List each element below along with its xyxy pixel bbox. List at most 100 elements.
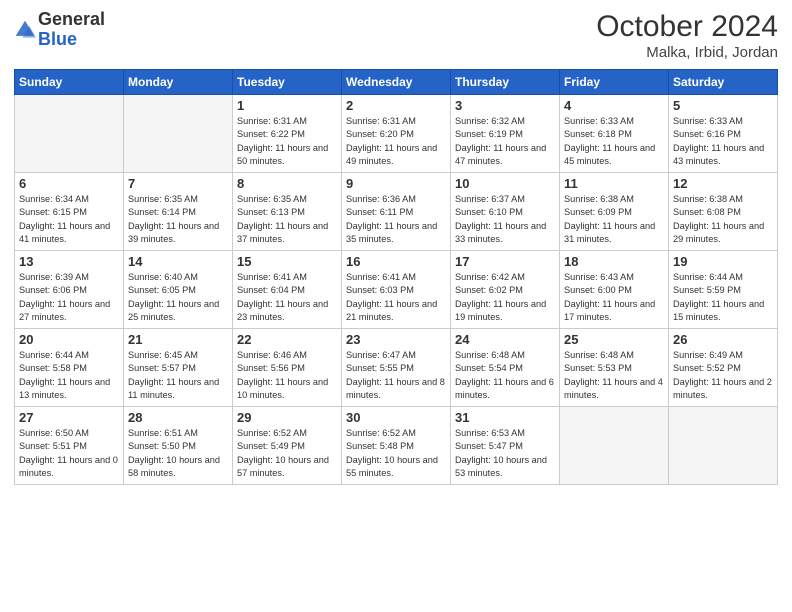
day-cell: 31 Sunrise: 6:53 AM Sunset: 5:47 PM Dayli… — [451, 407, 560, 485]
day-info: Sunrise: 6:33 AM Sunset: 6:18 PM Dayligh… — [564, 115, 664, 168]
day-info: Sunrise: 6:33 AM Sunset: 6:16 PM Dayligh… — [673, 115, 773, 168]
day-number: 17 — [455, 254, 555, 269]
day-info: Sunrise: 6:46 AM Sunset: 5:56 PM Dayligh… — [237, 349, 337, 402]
day-info: Sunrise: 6:50 AM Sunset: 5:51 PM Dayligh… — [19, 427, 119, 480]
day-cell: 7Sunrise: 6:35 AM Sunset: 6:14 PM Daylig… — [124, 173, 233, 251]
day-number: 10 — [455, 176, 555, 191]
day-number: 22 — [237, 332, 337, 347]
col-header-tuesday: Tuesday — [233, 70, 342, 95]
day-info: Sunrise: 6:39 AM Sunset: 6:06 PM Dayligh… — [19, 271, 119, 324]
day-cell: 17Sunrise: 6:42 AM Sunset: 6:02 PM Dayli… — [451, 251, 560, 329]
month-title: October 2024 — [596, 10, 778, 44]
day-number: 21 — [128, 332, 228, 347]
day-cell: 1 Sunrise: 6:31 AM Sunset: 6:22 PM Daylig… — [233, 95, 342, 173]
location: Malka, Irbid, Jordan — [596, 44, 778, 61]
logo-blue-text: Blue — [38, 29, 77, 49]
day-cell: 11Sunrise: 6:38 AM Sunset: 6:09 PM Dayli… — [560, 173, 669, 251]
day-info: Sunrise: 6:38 AM Sunset: 6:08 PM Dayligh… — [673, 193, 773, 246]
day-info: Sunrise: 6:32 AM Sunset: 6:19 PM Dayligh… — [455, 115, 555, 168]
day-cell: 15 Sunrise: 6:41 AM Sunset: 6:04 PM Dayli… — [233, 251, 342, 329]
day-number: 26 — [673, 332, 773, 347]
day-cell: 30 Sunrise: 6:52 AM Sunset: 5:48 PM Dayli… — [342, 407, 451, 485]
day-info: Sunrise: 6:40 AM Sunset: 6:05 PM Dayligh… — [128, 271, 228, 324]
day-info: Sunrise: 6:45 AM Sunset: 5:57 PM Dayligh… — [128, 349, 228, 402]
day-number: 29 — [237, 410, 337, 425]
day-info: Sunrise: 6:48 AM Sunset: 5:54 PM Dayligh… — [455, 349, 555, 402]
day-info: Sunrise: 6:53 AM Sunset: 5:47 PM Dayligh… — [455, 427, 555, 480]
day-cell: 24Sunrise: 6:48 AM Sunset: 5:54 PM Dayli… — [451, 329, 560, 407]
week-row-3: 13Sunrise: 6:39 AM Sunset: 6:06 PM Dayli… — [15, 251, 778, 329]
day-info: Sunrise: 6:52 AM Sunset: 5:49 PM Dayligh… — [237, 427, 337, 480]
day-cell — [15, 95, 124, 173]
day-info: Sunrise: 6:47 AM Sunset: 5:55 PM Dayligh… — [346, 349, 446, 402]
day-number: 25 — [564, 332, 664, 347]
day-number: 9 — [346, 176, 446, 191]
day-info: Sunrise: 6:41 AM Sunset: 6:03 PM Dayligh… — [346, 271, 446, 324]
day-info: Sunrise: 6:52 AM Sunset: 5:48 PM Dayligh… — [346, 427, 446, 480]
day-cell: 12Sunrise: 6:38 AM Sunset: 6:08 PM Dayli… — [669, 173, 778, 251]
day-number: 1 — [237, 98, 337, 113]
col-header-thursday: Thursday — [451, 70, 560, 95]
day-number: 14 — [128, 254, 228, 269]
day-cell — [669, 407, 778, 485]
logo-general-text: General — [38, 9, 105, 29]
day-info: Sunrise: 6:31 AM Sunset: 6:22 PM Dayligh… — [237, 115, 337, 168]
day-info: Sunrise: 6:49 AM Sunset: 5:52 PM Dayligh… — [673, 349, 773, 402]
day-info: Sunrise: 6:43 AM Sunset: 6:00 PM Dayligh… — [564, 271, 664, 324]
day-cell: 10 Sunrise: 6:37 AM Sunset: 6:10 PM Dayli… — [451, 173, 560, 251]
day-cell: 2 Sunrise: 6:31 AM Sunset: 6:20 PM Daylig… — [342, 95, 451, 173]
page-container: General Blue October 2024 Malka, Irbid, … — [0, 0, 792, 495]
calendar-table: SundayMondayTuesdayWednesdayThursdayFrid… — [14, 69, 778, 485]
day-info: Sunrise: 6:37 AM Sunset: 6:10 PM Dayligh… — [455, 193, 555, 246]
day-number: 31 — [455, 410, 555, 425]
col-header-friday: Friday — [560, 70, 669, 95]
day-number: 20 — [19, 332, 119, 347]
day-cell: 22 Sunrise: 6:46 AM Sunset: 5:56 PM Dayli… — [233, 329, 342, 407]
day-number: 4 — [564, 98, 664, 113]
day-cell: 23 Sunrise: 6:47 AM Sunset: 5:55 PM Dayli… — [342, 329, 451, 407]
day-cell: 13Sunrise: 6:39 AM Sunset: 6:06 PM Dayli… — [15, 251, 124, 329]
day-number: 19 — [673, 254, 773, 269]
day-number: 2 — [346, 98, 446, 113]
day-cell: 5 Sunrise: 6:33 AM Sunset: 6:16 PM Daylig… — [669, 95, 778, 173]
day-info: Sunrise: 6:44 AM Sunset: 5:59 PM Dayligh… — [673, 271, 773, 324]
day-cell — [124, 95, 233, 173]
day-cell: 28 Sunrise: 6:51 AM Sunset: 5:50 PM Dayli… — [124, 407, 233, 485]
header: General Blue October 2024 Malka, Irbid, … — [14, 10, 778, 61]
day-cell: 27Sunrise: 6:50 AM Sunset: 5:51 PM Dayli… — [15, 407, 124, 485]
day-cell: 18Sunrise: 6:43 AM Sunset: 6:00 PM Dayli… — [560, 251, 669, 329]
day-cell: 21 Sunrise: 6:45 AM Sunset: 5:57 PM Dayli… — [124, 329, 233, 407]
col-header-saturday: Saturday — [669, 70, 778, 95]
week-row-4: 20 Sunrise: 6:44 AM Sunset: 5:58 PM Dayli… — [15, 329, 778, 407]
day-cell: 16Sunrise: 6:41 AM Sunset: 6:03 PM Dayli… — [342, 251, 451, 329]
day-info: Sunrise: 6:51 AM Sunset: 5:50 PM Dayligh… — [128, 427, 228, 480]
day-number: 15 — [237, 254, 337, 269]
day-number: 23 — [346, 332, 446, 347]
day-cell: 19 Sunrise: 6:44 AM Sunset: 5:59 PM Dayli… — [669, 251, 778, 329]
day-cell — [560, 407, 669, 485]
title-block: October 2024 Malka, Irbid, Jordan — [596, 10, 778, 61]
day-info: Sunrise: 6:31 AM Sunset: 6:20 PM Dayligh… — [346, 115, 446, 168]
day-info: Sunrise: 6:48 AM Sunset: 5:53 PM Dayligh… — [564, 349, 664, 402]
day-info: Sunrise: 6:44 AM Sunset: 5:58 PM Dayligh… — [19, 349, 119, 402]
logo-icon — [14, 19, 36, 41]
col-header-monday: Monday — [124, 70, 233, 95]
day-number: 28 — [128, 410, 228, 425]
day-number: 11 — [564, 176, 664, 191]
day-cell: 4 Sunrise: 6:33 AM Sunset: 6:18 PM Daylig… — [560, 95, 669, 173]
day-number: 30 — [346, 410, 446, 425]
day-info: Sunrise: 6:41 AM Sunset: 6:04 PM Dayligh… — [237, 271, 337, 324]
logo: General Blue — [14, 10, 105, 50]
day-number: 7 — [128, 176, 228, 191]
week-row-5: 27Sunrise: 6:50 AM Sunset: 5:51 PM Dayli… — [15, 407, 778, 485]
day-cell: 26 Sunrise: 6:49 AM Sunset: 5:52 PM Dayli… — [669, 329, 778, 407]
col-header-sunday: Sunday — [15, 70, 124, 95]
header-row: SundayMondayTuesdayWednesdayThursdayFrid… — [15, 70, 778, 95]
day-number: 6 — [19, 176, 119, 191]
day-cell: 8 Sunrise: 6:35 AM Sunset: 6:13 PM Daylig… — [233, 173, 342, 251]
day-cell: 20 Sunrise: 6:44 AM Sunset: 5:58 PM Dayli… — [15, 329, 124, 407]
day-info: Sunrise: 6:35 AM Sunset: 6:13 PM Dayligh… — [237, 193, 337, 246]
week-row-2: 6Sunrise: 6:34 AM Sunset: 6:15 PM Daylig… — [15, 173, 778, 251]
day-number: 5 — [673, 98, 773, 113]
day-number: 8 — [237, 176, 337, 191]
